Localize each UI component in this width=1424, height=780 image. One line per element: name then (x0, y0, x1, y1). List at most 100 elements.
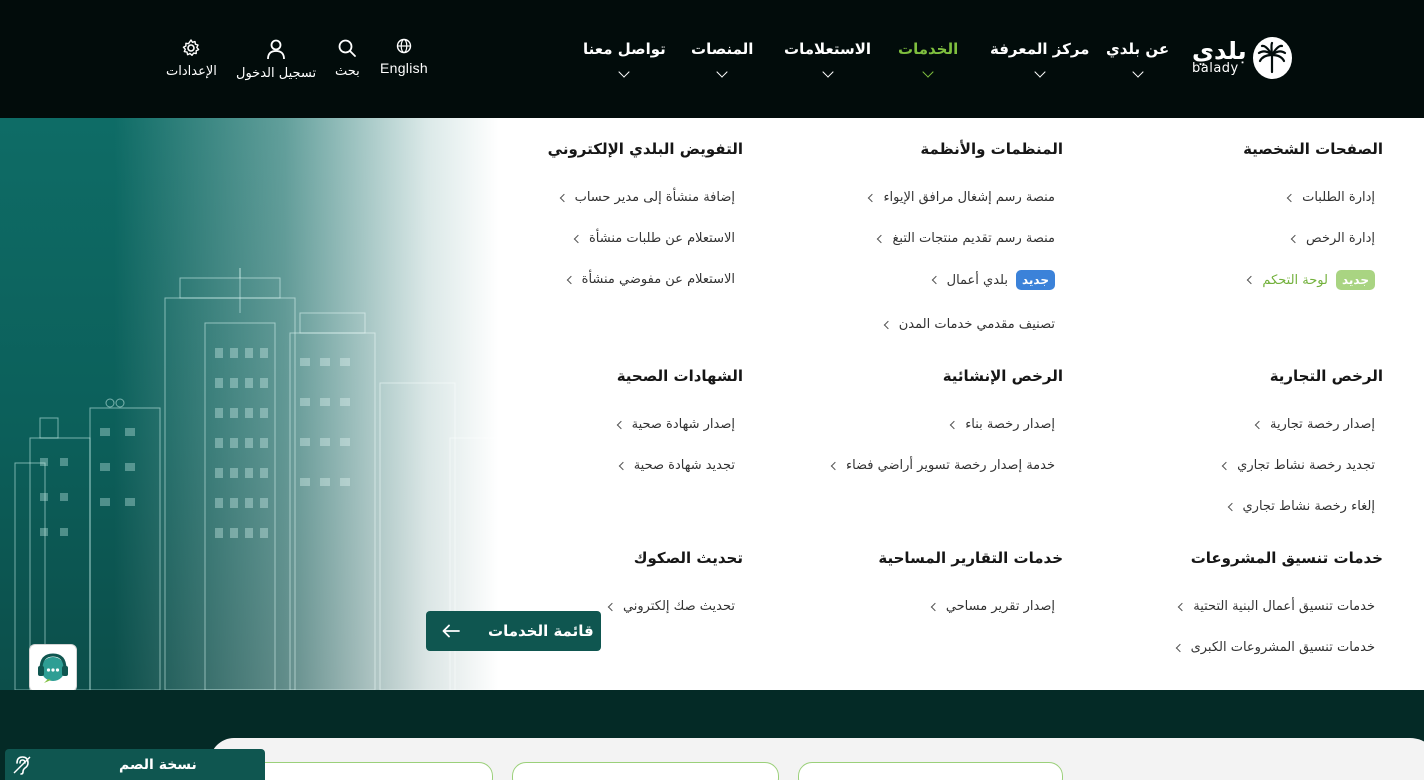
chevron-left-icon (883, 320, 892, 329)
link-infrastructure-coordination[interactable]: خدمات تنسيق أعمال البنية التحتية (1175, 599, 1375, 614)
balady-logo[interactable]: بلدي balady (1192, 36, 1292, 80)
link-renew-health-certificate[interactable]: تجديد شهادة صحية (616, 458, 735, 473)
column-title-project-coordination: خدمات تنسيق المشروعات (1190, 549, 1383, 567)
link-major-projects-coordination[interactable]: خدمات تنسيق المشروعات الكبرى (1173, 640, 1375, 655)
services-list-label: قائمة الخدمات (488, 622, 594, 640)
new-badge: جديد (1335, 270, 1375, 290)
services-list-button[interactable]: قائمة الخدمات (426, 611, 601, 651)
link-label: خدمات تنسيق أعمال البنية التحتية (1193, 599, 1375, 614)
link-dashboard[interactable]: لوحة التحكم جديد (1244, 270, 1375, 290)
chevron-left-icon (1247, 275, 1256, 285)
link-label: إصدار تقرير مساحي (945, 599, 1055, 614)
chevron-left-icon (607, 602, 617, 611)
chevron-left-icon (616, 420, 625, 429)
link-label: منصة رسم تقديم منتجات التبغ (892, 231, 1055, 246)
nav-contact-us[interactable]: تواصل معنا (583, 40, 666, 78)
language-switch[interactable]: English (380, 38, 428, 76)
search-icon (338, 39, 357, 57)
chevron-left-icon (566, 275, 575, 284)
arrow-left-icon (442, 624, 460, 638)
chevron-down-icon (1034, 66, 1046, 78)
deaf-version-button[interactable]: نسخة الصم (5, 749, 265, 780)
palm-logo-icon (1252, 37, 1292, 79)
link-label: إدارة الرخص (1306, 231, 1375, 246)
login-button[interactable]: تسجيل الدخول (236, 38, 316, 81)
chevron-left-icon (931, 275, 940, 285)
logo-english: balady (1192, 61, 1239, 76)
link-accommodation-fees-platform[interactable]: منصة رسم إشغال مرافق الإيواء (865, 190, 1055, 205)
logo-text: بلدي balady (1192, 39, 1247, 76)
headset-chat-icon (38, 653, 68, 683)
link-label: خدمة إصدار رخصة تسوير أراضي فضاء (845, 458, 1055, 473)
login-label: تسجيل الدخول (236, 66, 317, 81)
link-land-fencing-license[interactable]: خدمة إصدار رخصة تسوير أراضي فضاء (828, 458, 1055, 473)
language-label: English (380, 60, 429, 76)
chevron-left-icon (573, 234, 583, 243)
link-label: تحديث صك إلكتروني (622, 599, 735, 614)
link-issue-health-certificate[interactable]: إصدار شهادة صحية (614, 417, 735, 432)
settings-button[interactable]: الإعدادات (166, 38, 217, 79)
link-label: بلدي أعمال (946, 272, 1008, 288)
chevron-left-icon (930, 602, 940, 611)
nav-label: عن بلدي (1106, 40, 1170, 58)
chevron-left-icon (1286, 193, 1296, 202)
chevron-left-icon (1175, 643, 1184, 652)
nav-services[interactable]: الخدمات (898, 40, 959, 78)
column-title-electronic-delegation: التفويض البلدي الإلكتروني (547, 140, 743, 158)
link-renew-commercial-license[interactable]: تجديد رخصة نشاط تجاري (1219, 458, 1375, 473)
nav-label: مركز المعرفة (990, 40, 1090, 58)
nav-knowledge-center[interactable]: مركز المعرفة (990, 40, 1090, 78)
globe-icon (396, 38, 412, 54)
nav-label: المنصات (691, 40, 754, 58)
link-issue-commercial-license[interactable]: إصدار رخصة تجارية (1252, 417, 1375, 432)
filter-pill[interactable] (243, 762, 493, 780)
link-label: تجديد رخصة نشاط تجاري (1237, 458, 1375, 473)
chevron-left-icon (877, 234, 886, 243)
nav-label: الاستعلامات (784, 40, 872, 58)
link-label: لوحة التحكم (1262, 272, 1328, 288)
chevron-left-icon (618, 461, 627, 470)
column-title-health-certificates: الشهادات الصحية (616, 367, 743, 385)
link-add-establishment[interactable]: إضافة منشأة إلى مدير حساب (557, 190, 735, 205)
deaf-version-label: نسخة الصم (119, 756, 197, 773)
filter-pill[interactable] (798, 762, 1063, 780)
link-update-electronic-deed[interactable]: تحديث صك إلكتروني (605, 599, 735, 614)
link-label: إصدار شهادة صحية (631, 417, 735, 432)
link-label: إصدار رخصة تجارية (1269, 417, 1375, 432)
support-chat-button[interactable] (29, 644, 77, 692)
column-title-personal-pages: الصفحات الشخصية (1243, 140, 1383, 158)
column-title-deed-update: تحديث الصكوك (633, 549, 743, 567)
column-title-survey-reports: خدمات التقارير المساحية (878, 549, 1063, 567)
nav-about-balady[interactable]: عن بلدي (1106, 40, 1170, 78)
link-issue-survey-report[interactable]: إصدار تقرير مساحي (928, 599, 1055, 614)
nav-platforms[interactable]: المنصات (691, 40, 754, 78)
link-manage-licenses[interactable]: إدارة الرخص (1288, 231, 1375, 246)
link-city-service-providers[interactable]: تصنيف مقدمي خدمات المدن (881, 317, 1055, 332)
link-manage-requests[interactable]: إدارة الطلبات (1284, 190, 1375, 205)
link-label: تجديد شهادة صحية (633, 458, 735, 473)
link-tobacco-fees-platform[interactable]: منصة رسم تقديم منتجات التبغ (874, 231, 1055, 246)
link-label: إضافة منشأة إلى مدير حساب (574, 190, 735, 205)
nav-label: تواصل معنا (583, 40, 666, 58)
search-button[interactable]: بحث (335, 38, 360, 79)
chevron-down-icon (821, 66, 834, 78)
filter-pill[interactable] (512, 762, 779, 780)
link-balady-business[interactable]: بلدي أعمال جديد (929, 270, 1055, 290)
ear-icon (13, 755, 31, 775)
chevron-left-icon (1254, 420, 1264, 429)
services-mega-menu: الصفحات الشخصية إدارة الطلبات إدارة الرخ… (0, 118, 1424, 690)
new-badge: جديد (1015, 270, 1055, 290)
nav-inquiries[interactable]: الاستعلامات (784, 40, 872, 78)
link-establishment-requests[interactable]: الاستعلام عن طلبات منشأة (571, 231, 735, 246)
nav-label: الخدمات (898, 40, 959, 58)
link-label: خدمات تنسيق المشروعات الكبرى (1190, 640, 1375, 655)
link-label: إصدار رخصة بناء (965, 417, 1055, 432)
chevron-down-icon (618, 66, 631, 78)
link-establishment-delegates[interactable]: الاستعلام عن مفوضي منشأة (564, 272, 735, 287)
link-cancel-commercial-license[interactable]: إلغاء رخصة نشاط تجاري (1225, 499, 1375, 514)
link-label: تصنيف مقدمي خدمات المدن (898, 317, 1055, 332)
gear-icon (183, 39, 200, 56)
link-label: الاستعلام عن مفوضي منشأة (581, 272, 735, 287)
link-issue-building-license[interactable]: إصدار رخصة بناء (947, 417, 1055, 432)
chevron-left-icon (1177, 602, 1187, 611)
